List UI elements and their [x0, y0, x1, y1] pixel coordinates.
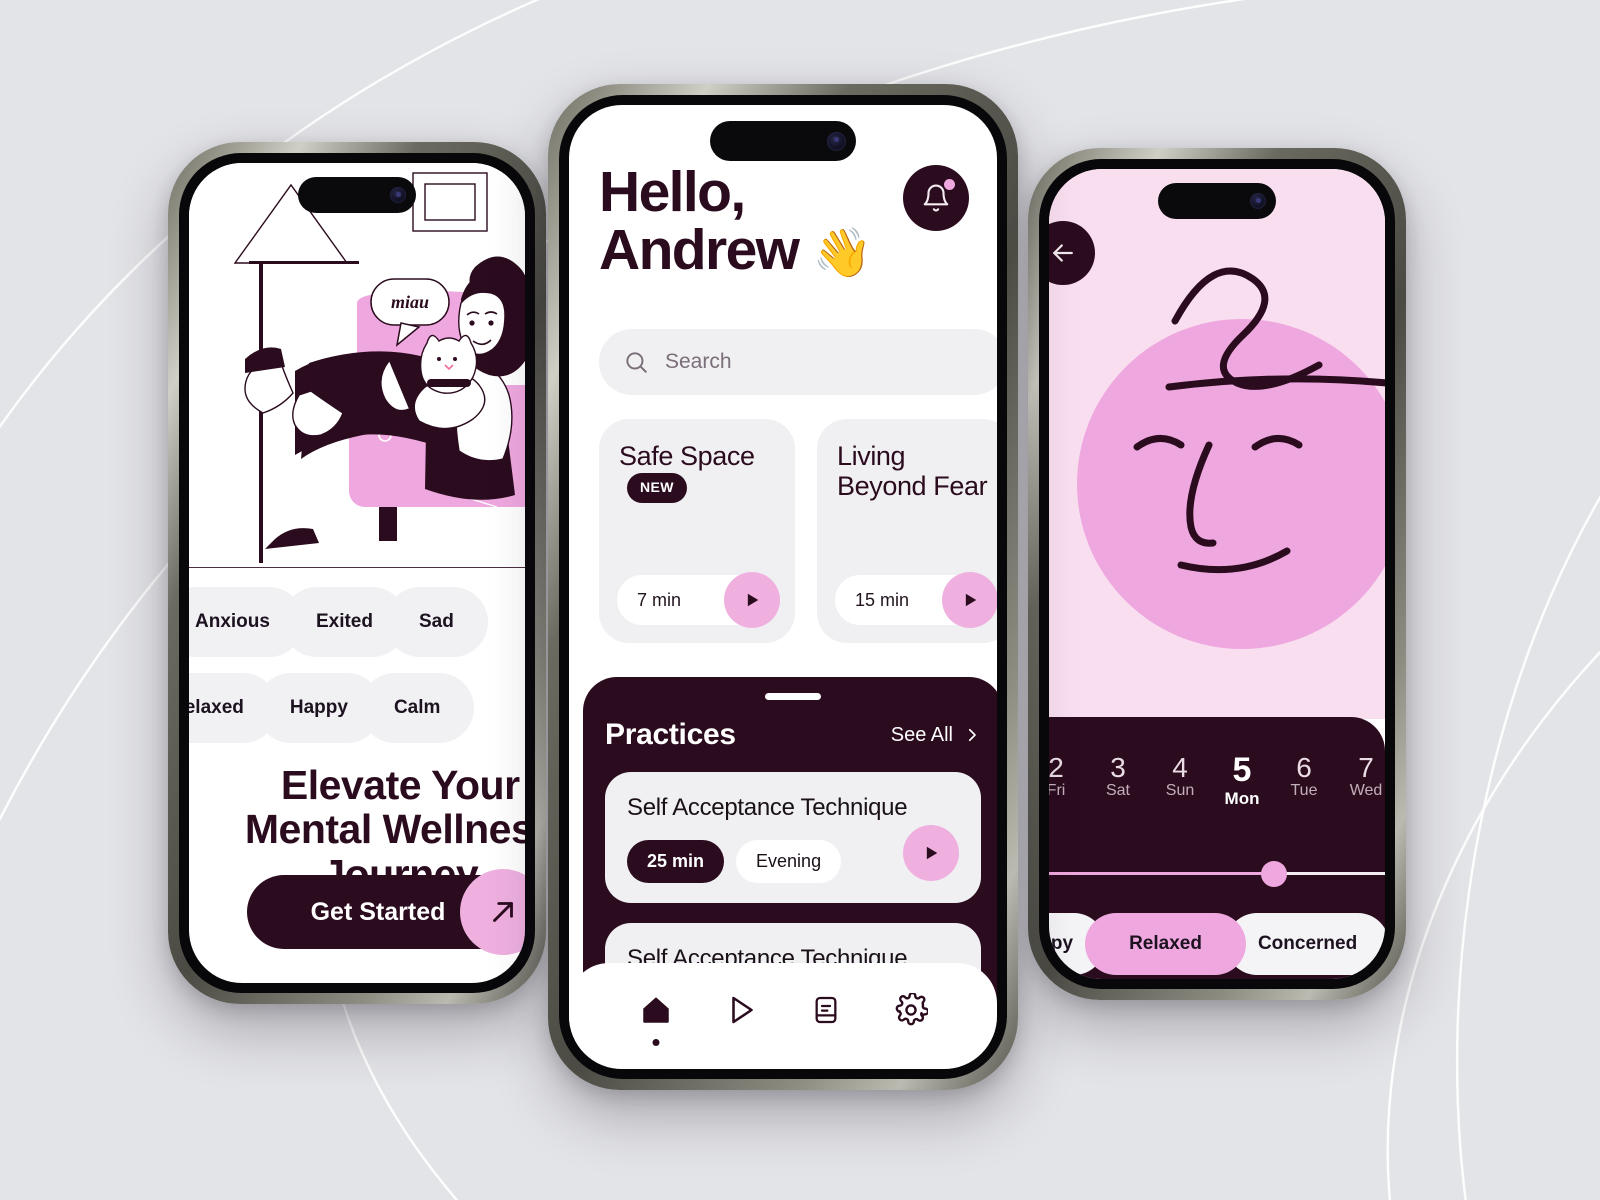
practices-header: Practices See All	[605, 718, 981, 752]
mood-slider[interactable]	[1049, 861, 1385, 887]
signin-prompt: Already have account?	[296, 981, 449, 983]
play-button[interactable]	[903, 825, 959, 881]
see-all-button[interactable]: See All	[891, 724, 981, 747]
play-icon	[747, 593, 759, 607]
sheet-drag-handle[interactable]	[765, 693, 821, 700]
phone-home: Hello, Andrew 👋 Search Safe SpaceNEW 7 m…	[548, 84, 1018, 1090]
phone-mood: 2Fri 3Sat 4Sun 5Mon 6Tue 7Wed 8Thu Happy…	[1028, 148, 1406, 1000]
date-item[interactable]: 4 Sun	[1149, 753, 1211, 809]
date-item[interactable]: 6 Tue	[1273, 753, 1335, 809]
svg-text:miau: miau	[391, 292, 429, 312]
chevron-right-icon	[968, 728, 976, 742]
waving-hand-icon: 👋	[812, 227, 873, 281]
date-item[interactable]: 2 Fri	[1049, 753, 1087, 809]
date-item[interactable]: 3 Sat	[1087, 753, 1149, 809]
play-icon	[926, 846, 938, 860]
dynamic-island	[1158, 183, 1276, 219]
front-camera-icon	[827, 131, 846, 151]
arrow-left-icon	[1053, 244, 1073, 262]
nav-item-journal[interactable]	[798, 982, 854, 1038]
onboarding-screen: miau Anxious Exited Sad Relaxed Happy Ca…	[189, 163, 525, 983]
search-field[interactable]: Search	[599, 329, 997, 395]
play-button[interactable]	[724, 572, 780, 628]
feature-card-footer: 7 min	[617, 572, 780, 628]
phone-bezel: 2Fri 3Sat 4Sun 5Mon 6Tue 7Wed 8Thu Happy…	[1039, 159, 1395, 989]
signin-link[interactable]: Sign In	[455, 981, 505, 983]
feature-card-living-beyond-fear[interactable]: Living Beyond Fear 15 min	[817, 419, 997, 643]
duration-tag: 25 min	[627, 840, 725, 883]
get-started-button[interactable]: Get Started	[247, 869, 525, 955]
slider-fill	[1049, 872, 1275, 875]
see-all-label: See All	[890, 723, 953, 746]
nav-item-play[interactable]	[713, 982, 769, 1038]
play-button[interactable]	[942, 572, 997, 628]
illustration-divider	[189, 567, 525, 569]
mood-chip[interactable]: Calm	[359, 673, 475, 743]
mood-chip-strip: Happy Relaxed Concerned	[1049, 913, 1385, 975]
phone-bezel: miau Anxious Exited Sad Relaxed Happy Ca…	[179, 153, 535, 993]
mood-row-1: Anxious Exited Sad	[189, 587, 525, 657]
practice-title: Self Acceptance Technique	[627, 794, 908, 821]
nav-item-settings[interactable]	[883, 982, 939, 1038]
play-outline-icon	[731, 996, 753, 1024]
bottom-navigation	[569, 963, 997, 1069]
greeting-line-2: Andrew	[599, 218, 800, 283]
date-strip[interactable]: 2Fri 3Sat 4Sun 5Mon 6Tue 7Wed 8Thu	[1049, 752, 1385, 809]
mood-panel: 2Fri 3Sat 4Sun 5Mon 6Tue 7Wed 8Thu Happy…	[1049, 717, 1385, 979]
mood-row-2: Relaxed Happy Calm	[189, 673, 525, 743]
line-art-calm-face	[1133, 267, 1385, 574]
mood-chip[interactable]: Concerned	[1225, 913, 1385, 975]
new-badge: NEW	[627, 473, 687, 503]
feature-card-safe-space[interactable]: Safe SpaceNEW 7 min	[599, 419, 795, 643]
notifications-button[interactable]	[903, 165, 969, 231]
feature-cards: Safe SpaceNEW 7 min Living Beyond Fear 1…	[599, 419, 997, 643]
practice-card[interactable]: Self Acceptance Technique 25 min Evening	[605, 772, 981, 903]
date-item-selected[interactable]: 5 Mon	[1211, 752, 1273, 809]
date-item[interactable]: 7 Wed	[1335, 753, 1385, 809]
front-camera-icon	[390, 187, 406, 203]
feature-card-footer: 15 min	[835, 572, 997, 628]
mood-screen: 2Fri 3Sat 4Sun 5Mon 6Tue 7Wed 8Thu Happy…	[1049, 169, 1385, 979]
play-icon	[965, 593, 977, 607]
signin-row: Already have account? Sign In	[189, 981, 525, 983]
greeting-line-1: Hello,	[599, 160, 746, 224]
notification-badge	[944, 179, 955, 190]
search-placeholder: Search	[665, 350, 732, 373]
get-started-wrap: Get Started	[247, 869, 525, 955]
feature-card-title: Safe SpaceNEW	[619, 441, 775, 503]
phone-onboarding: miau Anxious Exited Sad Relaxed Happy Ca…	[168, 142, 546, 1004]
nav-item-home[interactable]	[628, 982, 684, 1046]
onboarding-illustration: miau	[189, 163, 525, 571]
duration-label: 15 min	[855, 589, 910, 610]
arrow-up-right-icon[interactable]	[460, 869, 525, 955]
front-camera-icon	[1250, 193, 1266, 209]
practices-title: Practices	[605, 718, 736, 751]
dynamic-island	[710, 121, 856, 161]
mood-chip-selected[interactable]: Relaxed	[1085, 913, 1246, 975]
gear-icon	[895, 993, 928, 1026]
duration-label: 7 min	[637, 589, 682, 610]
phone-bezel: Hello, Andrew 👋 Search Safe SpaceNEW 7 m…	[559, 95, 1007, 1079]
active-indicator-dot	[652, 1039, 659, 1046]
slider-thumb[interactable]	[1261, 861, 1288, 887]
home-icon	[642, 997, 669, 1023]
search-icon	[626, 352, 647, 373]
mood-chip[interactable]: Sad	[384, 587, 488, 657]
greeting: Hello, Andrew 👋	[599, 163, 872, 279]
get-started-label: Get Started	[310, 897, 446, 926]
book-icon	[815, 996, 836, 1024]
dynamic-island	[298, 177, 416, 213]
time-of-day-tag: Evening	[736, 840, 842, 883]
feature-card-title: Living Beyond Fear	[837, 441, 988, 502]
home-screen: Hello, Andrew 👋 Search Safe SpaceNEW 7 m…	[569, 105, 997, 1069]
